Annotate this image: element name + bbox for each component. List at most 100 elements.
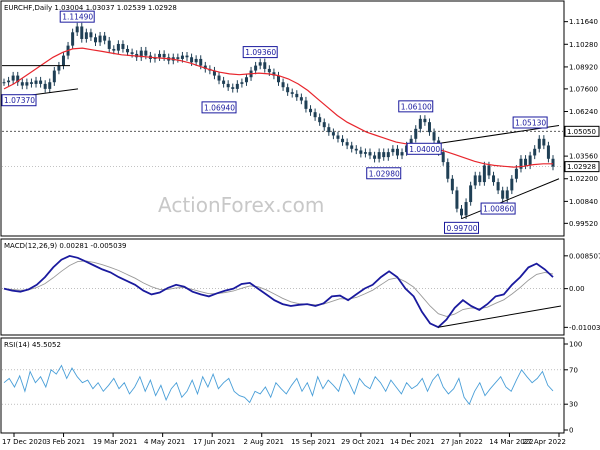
x-tick-label: 27 Jan 2022 (441, 438, 483, 446)
price-candle-body (473, 175, 477, 186)
price-candle-body (11, 75, 15, 81)
price-candle-body (533, 148, 537, 156)
price-candle-body (116, 43, 120, 51)
price-candle-body (377, 152, 381, 159)
price-annotation-label: 0.99700 (447, 224, 478, 233)
watermark: ActionForex.com (158, 193, 324, 217)
price-annotation-label: 1.05130 (515, 118, 546, 127)
price-candle-body (395, 148, 399, 156)
price-candle-body (546, 145, 550, 159)
price-candle-body (130, 52, 134, 54)
price-candle-body (519, 158, 523, 169)
price-candle-body (244, 77, 248, 83)
price-candle-body (121, 43, 125, 49)
price-candle-body (341, 138, 345, 143)
price-candle-body (94, 37, 97, 43)
price-candle-body (537, 138, 541, 149)
price-candle-body (496, 182, 500, 191)
price-candle-body (309, 108, 313, 113)
price-candle-body (2, 82, 6, 84)
price-candle-body (52, 70, 56, 83)
price-candle-body (373, 155, 377, 159)
price-candle-body (286, 87, 290, 93)
price-y-tick-label: 0.99520 (569, 220, 598, 228)
price-candle-body (455, 190, 459, 209)
price-candle-body (144, 50, 148, 56)
price-candle-body (345, 142, 349, 146)
macd-y-tick-label: 0.00 (569, 285, 585, 293)
price-candle-body (71, 32, 75, 46)
price-candle-body (61, 55, 65, 66)
price-candle-body (267, 68, 271, 73)
price-annotation-label: 1.06940 (204, 103, 235, 112)
price-candle-body (199, 58, 203, 66)
price-candle-body (48, 82, 52, 89)
price-candle-body (39, 80, 43, 84)
price-candle-body (382, 152, 386, 158)
price-annotation-label: 1.11490 (62, 13, 93, 22)
price-candle-body (418, 118, 422, 129)
x-tick-label: 3 Feb 2021 (46, 438, 85, 446)
price-candle-body (254, 65, 258, 71)
price-candle-body (89, 32, 93, 38)
rsi-pane-title: RSI(14) 45.5052 (4, 341, 61, 349)
macd-pane-title: MACD(12,26,9) 0.00281 -0.005039 (4, 242, 127, 250)
price-candle-body (84, 32, 88, 39)
price-candle-body (331, 132, 335, 136)
price-candle-body (29, 82, 33, 84)
price-annotation-label: 1.07370 (4, 96, 35, 105)
price-annotation-label: 1.04000 (409, 145, 440, 154)
price-candle-body (391, 148, 395, 153)
price-axis-box-label: 1.02928 (567, 163, 596, 171)
price-candle-body (176, 57, 180, 59)
price-candle-body (460, 208, 463, 216)
x-tick-label: 27 Apr 2022 (523, 438, 566, 446)
price-candle-body (194, 58, 198, 63)
price-candle-body (400, 152, 404, 156)
price-y-tick-label: 1.07600 (569, 85, 598, 93)
price-annotation-label: 1.00860 (483, 205, 514, 214)
price-candle-body (231, 87, 235, 89)
price-annotation-label: 1.02980 (369, 169, 400, 178)
price-candle-body (158, 53, 162, 58)
rsi-y-tick-label: 100 (569, 341, 582, 349)
x-tick-label: 17 Jun 2021 (193, 438, 235, 446)
price-candle-body (304, 100, 308, 109)
price-candle-body (107, 40, 111, 49)
price-candle-body (514, 168, 518, 179)
price-candle-body (354, 148, 358, 151)
price-candle-body (318, 117, 322, 123)
price-candle-body (492, 175, 496, 183)
price-candle-body (162, 53, 166, 58)
price-candle-body (75, 26, 79, 33)
macd-y-tick-label: -0.010034 (569, 324, 600, 332)
price-candle-body (180, 55, 184, 59)
x-tick-label: 19 Mar 2021 (93, 438, 137, 446)
price-candle-body (263, 62, 267, 69)
price-candle-body (7, 80, 11, 83)
price-candle-body (432, 132, 436, 141)
price-candle-body (20, 82, 24, 86)
price-candle-body (542, 138, 546, 146)
price-candle-body (98, 35, 102, 43)
chart-root: EURCHF,Daily 1.03004 1.03037 1.02539 1.0… (0, 0, 600, 450)
price-axis-box-label: 1.05050 (567, 128, 596, 136)
price-candle-body (235, 83, 239, 89)
price-y-tick-label: 1.00840 (569, 198, 598, 206)
rsi-y-tick-label: 70 (569, 366, 578, 374)
price-candle-body (126, 48, 130, 53)
price-candle-body (478, 175, 482, 183)
chart-background (0, 0, 600, 450)
x-tick-label: 29 Oct 2021 (341, 438, 384, 446)
price-candle-body (57, 65, 61, 71)
x-tick-label: 14 Dec 2021 (390, 438, 435, 446)
price-candle-body (258, 62, 262, 66)
price-candle-body (103, 35, 107, 41)
price-candle-body (43, 83, 47, 89)
price-candle-body (322, 122, 326, 128)
price-y-tick-label: 1.02200 (569, 175, 598, 183)
price-candle-body (240, 82, 244, 84)
price-candle-body (222, 80, 226, 84)
price-candle-body (414, 128, 418, 139)
x-tick-label: 2 Aug 2021 (244, 438, 284, 446)
